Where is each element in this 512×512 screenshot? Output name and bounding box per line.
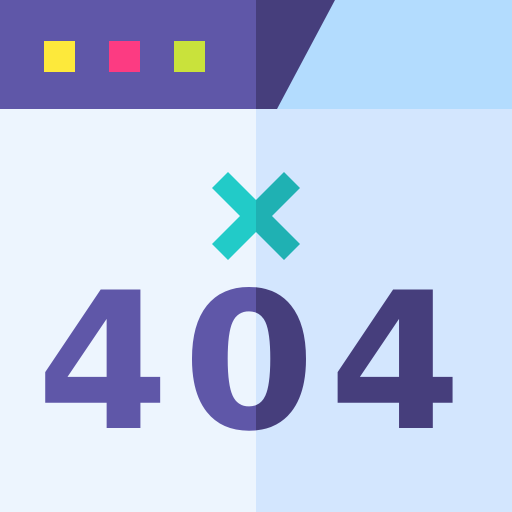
error-code: 404 404 [37,252,462,473]
control-dot-lime[interactable] [174,41,205,72]
browser-error-illustration: 404 404 [0,0,512,512]
browser-window: 404 404 [0,0,512,512]
window-controls [44,41,205,72]
control-dot-yellow[interactable] [44,41,75,72]
control-dot-pink[interactable] [109,41,140,72]
